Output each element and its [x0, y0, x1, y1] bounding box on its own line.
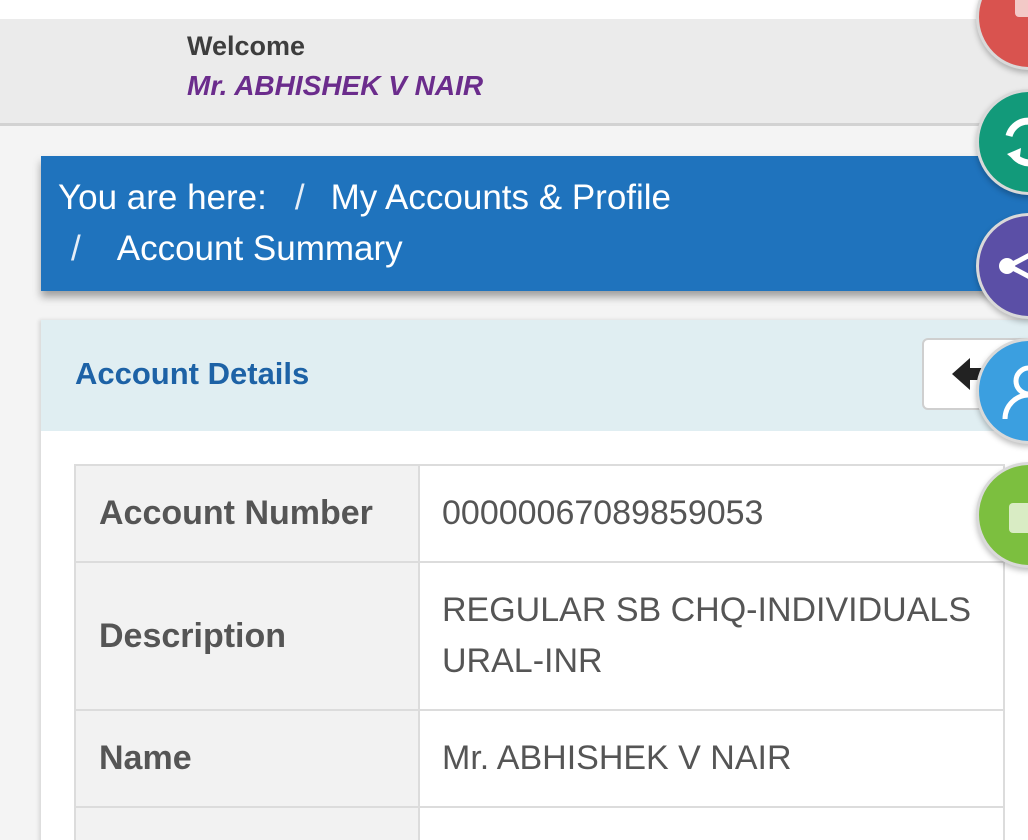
breadcrumb-line-2: / Account Summary — [71, 229, 403, 269]
breadcrumb: You are here: / My Accounts & Profile / Acc… — [41, 156, 1028, 291]
page: Welcome Mr. ABHISHEK V NAIR You are here… — [0, 0, 1028, 840]
fab-refresh[interactable] — [976, 89, 1028, 195]
row-label — [74, 806, 420, 840]
user-name: Mr. ABHISHEK V NAIR — [187, 70, 484, 101]
fab-wallet[interactable] — [976, 462, 1028, 568]
user-icon — [1002, 365, 1028, 420]
breadcrumb-separator: / — [71, 229, 81, 268]
row-label: Description — [74, 561, 420, 711]
table-row — [74, 806, 1005, 840]
breadcrumb-item-account-summary: Account Summary — [116, 229, 403, 268]
welcome-bar: Welcome Mr. ABHISHEK V NAIR — [0, 19, 1028, 126]
refresh-icon — [1005, 117, 1028, 167]
wallet-icon — [1009, 503, 1028, 533]
breadcrumb-separator: / — [294, 178, 305, 217]
lock-icon — [1015, 0, 1028, 17]
row-label: Account Number — [74, 464, 420, 563]
breadcrumb-item-my-accounts[interactable]: My Accounts & Profile — [331, 178, 671, 217]
table-row: Description REGULAR SB CHQ-INDIVIDUALS U… — [74, 561, 1005, 711]
table-row: Account Number 00000067089859053 — [74, 464, 1005, 563]
row-label: Name — [74, 709, 420, 808]
fab-share[interactable] — [976, 213, 1028, 319]
row-value: 00000067089859053 — [418, 464, 1005, 563]
fab-lock[interactable] — [976, 0, 1028, 70]
row-value: REGULAR SB CHQ-INDIVIDUALS URAL-INR — [418, 561, 1005, 711]
card-header: Account Details — [41, 320, 1028, 431]
account-details-table: Account Number 00000067089859053 Descrip… — [74, 464, 1005, 840]
card-title: Account Details — [75, 356, 310, 391]
breadcrumb-line-1: You are here: / My Accounts & Profile — [58, 178, 671, 218]
row-value — [418, 806, 1005, 840]
share-icon — [999, 253, 1028, 279]
table-row: Name Mr. ABHISHEK V NAIR — [74, 709, 1005, 808]
welcome-label: Welcome — [187, 31, 306, 61]
row-value: Mr. ABHISHEK V NAIR — [418, 709, 1005, 808]
top-strip — [0, 0, 1028, 19]
fab-user[interactable] — [976, 338, 1028, 444]
breadcrumb-prefix: You are here: — [58, 178, 267, 217]
